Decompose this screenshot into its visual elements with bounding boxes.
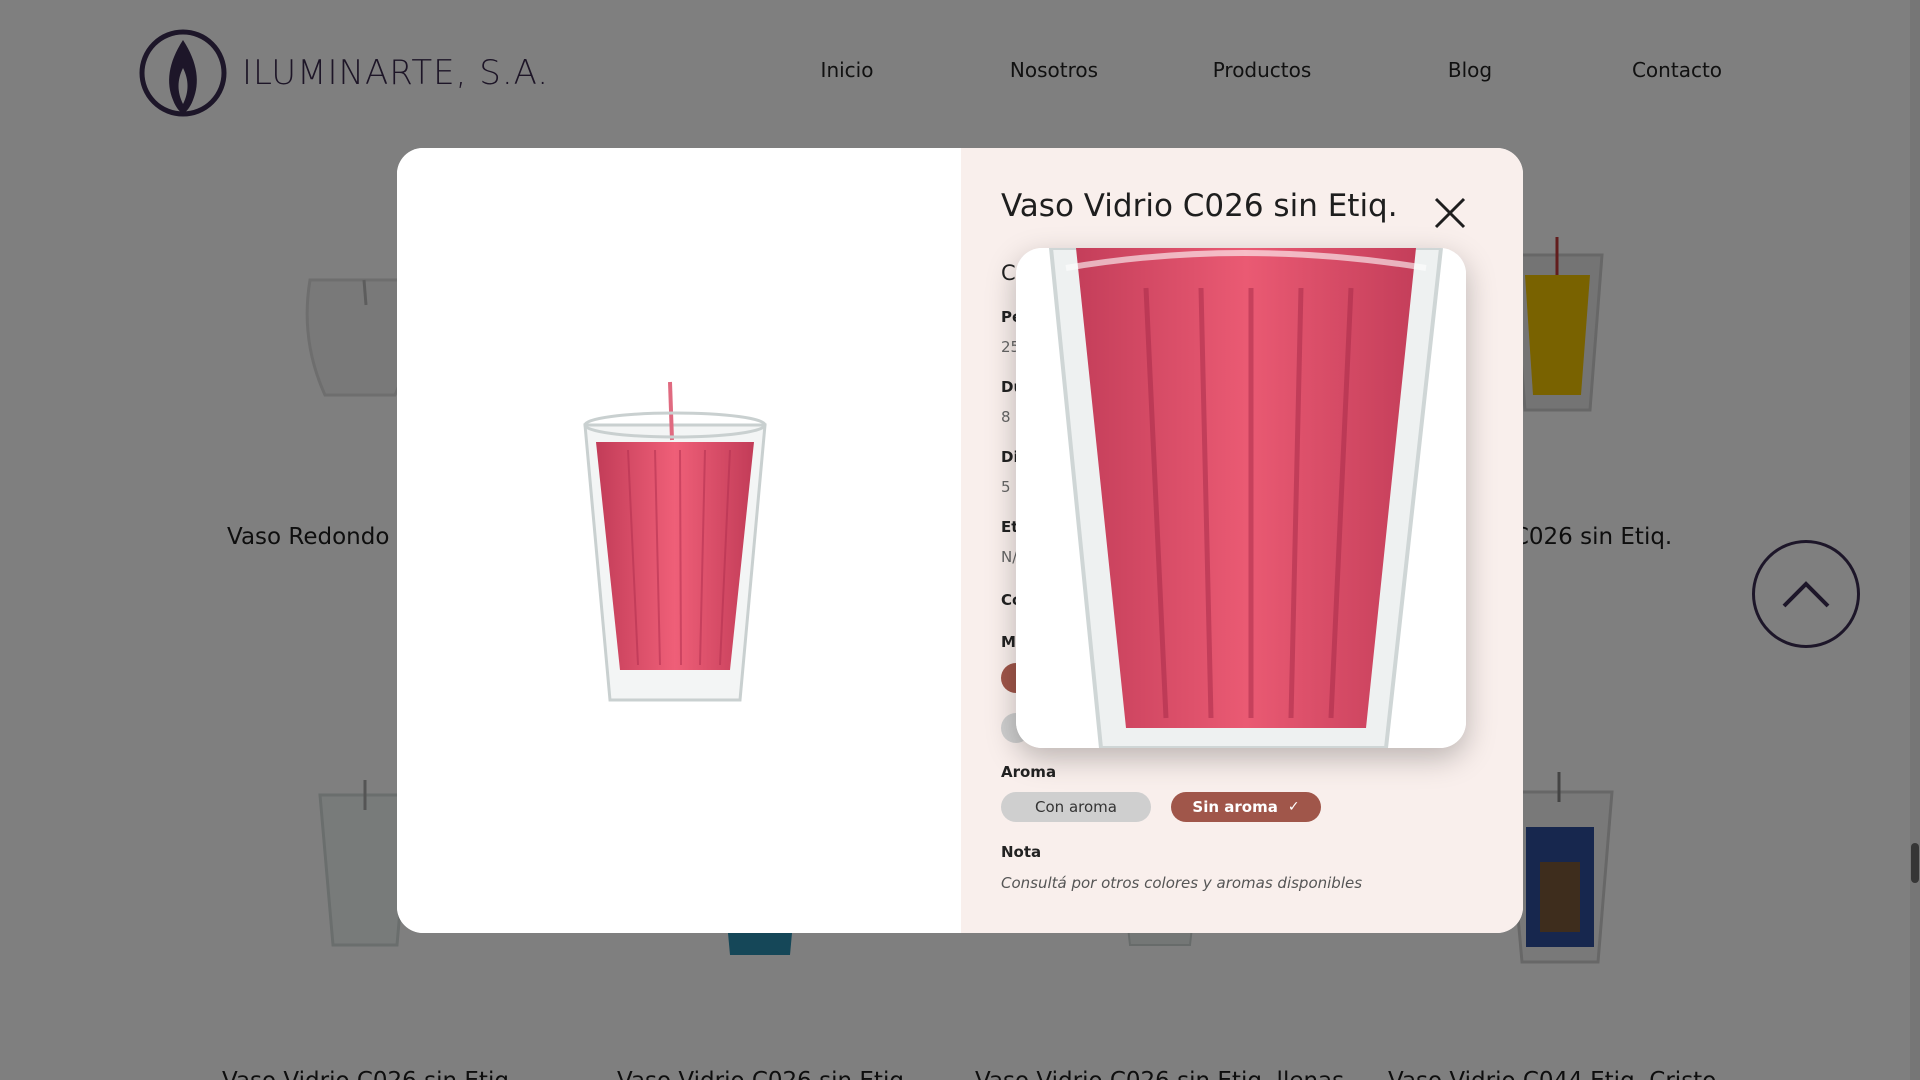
note-text: Consultá por otros colores y aromas disp… (1001, 874, 1363, 892)
spec-value: N/ (1001, 548, 1018, 566)
modal-image-panel (397, 148, 961, 933)
image-zoom-lens (1016, 248, 1466, 748)
spec-value: 5 (1001, 478, 1011, 496)
modal-title: Vaso Vidrio C026 sin Etiq. (1001, 188, 1398, 224)
option-label: Con aroma (1035, 798, 1117, 816)
zoomed-product-image (1016, 248, 1466, 748)
aroma-label: Aroma (1001, 763, 1057, 781)
product-main-image[interactable] (580, 380, 770, 710)
close-icon[interactable] (1433, 196, 1467, 230)
spec-value: 8 (1001, 408, 1011, 426)
check-icon: ✓ (1287, 799, 1300, 815)
option-label: Sin aroma (1192, 798, 1278, 816)
note-label: Nota (1001, 843, 1042, 861)
aroma-option-con-aroma[interactable]: Con aroma (1001, 792, 1151, 822)
aroma-option-sin-aroma[interactable]: Sin aroma ✓ (1171, 792, 1321, 822)
